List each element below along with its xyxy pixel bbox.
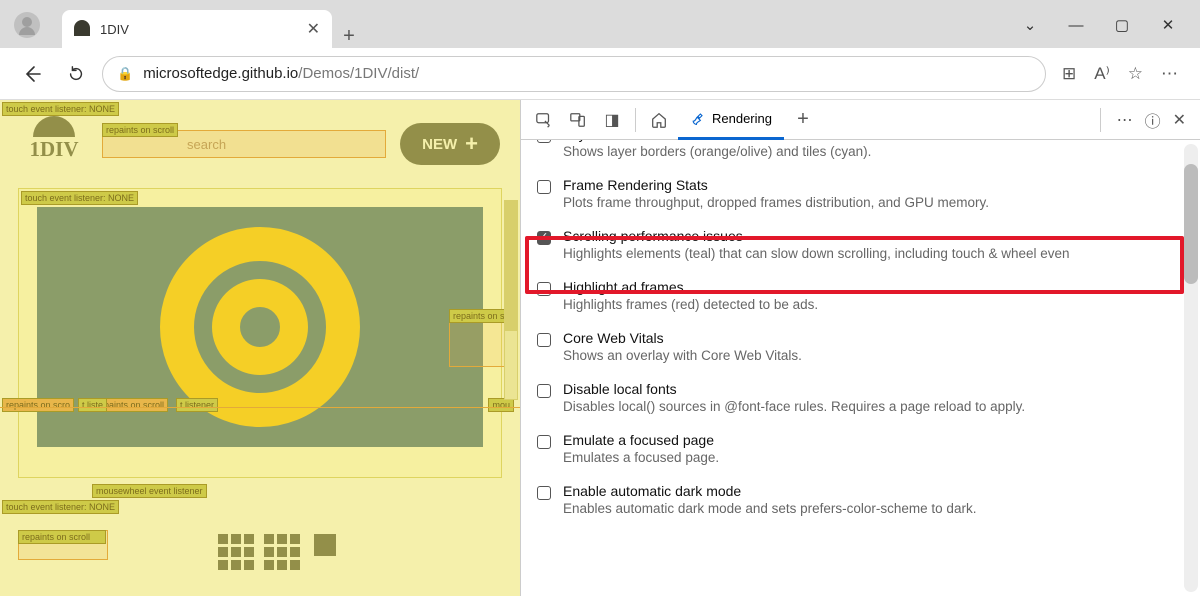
page-stage: touch event listener: NONE repaints on s…	[18, 188, 502, 478]
option-checkbox[interactable]	[537, 231, 551, 245]
option-title: Frame Rendering Stats	[563, 177, 1184, 193]
rendering-option: Enable automatic dark mode Enables autom…	[521, 475, 1200, 526]
rendering-option: Core Web Vitals Shows an overlay with Co…	[521, 322, 1200, 373]
option-title: Layer borders	[563, 140, 1184, 142]
page-search-input[interactable]: repaints on scroll search	[102, 130, 386, 158]
thumbnail-item[interactable]: repaints on scroll	[18, 530, 108, 560]
option-description: Highlights elements (teal) that can slow…	[563, 246, 1184, 261]
chevron-down-icon[interactable]: ⌄	[1020, 16, 1040, 34]
rendering-option: Emulate a focused page Emulates a focuse…	[521, 424, 1200, 475]
close-devtools-icon[interactable]: ✕	[1173, 110, 1186, 130]
maximize-icon[interactable]: ▢	[1112, 16, 1132, 34]
lock-icon: 🔒	[117, 66, 133, 82]
devtools-scrollbar[interactable]	[1184, 144, 1198, 592]
extensions-icon[interactable]: ⊞	[1062, 64, 1076, 84]
brush-icon	[690, 110, 706, 126]
option-title: Core Web Vitals	[563, 330, 1184, 346]
page-logo: 1DIV	[20, 114, 88, 174]
tab-rendering[interactable]: Rendering	[678, 100, 784, 140]
option-title: Emulate a focused page	[563, 432, 1184, 448]
square-icon[interactable]	[314, 534, 336, 556]
rendering-option: Disable local fonts Disables local() sou…	[521, 373, 1200, 424]
option-description: Shows layer borders (orange/olive) and t…	[563, 144, 1184, 159]
devtools-tabbar: ◨ Rendering + ⋯ ⓘ ✕	[521, 100, 1200, 140]
new-tab-button[interactable]: +	[332, 25, 366, 48]
page-viewport: touch event listener: NONE 1DIV repaints…	[0, 100, 520, 596]
option-description: Disables local() sources in @font-face r…	[563, 399, 1184, 414]
url-host: microsoftedge.github.io	[143, 65, 298, 82]
option-description: Plots frame throughput, dropped frames d…	[563, 195, 1184, 210]
minimize-icon[interactable]: —	[1066, 17, 1086, 34]
option-description: Emulates a focused page.	[563, 450, 1184, 465]
favicon-icon	[74, 20, 90, 36]
more-icon[interactable]: ⋯	[1161, 64, 1178, 84]
option-checkbox[interactable]	[537, 384, 551, 398]
profile-avatar[interactable]	[14, 12, 40, 38]
device-emulation-icon[interactable]	[563, 105, 593, 135]
dock-side-icon[interactable]: ◨	[597, 105, 627, 135]
new-tab-icon[interactable]: +	[788, 105, 818, 135]
rendering-options-list: Layer borders Shows layer borders (orang…	[521, 140, 1200, 596]
more-tools-icon[interactable]: ⋯	[1117, 110, 1133, 130]
option-title: Highlight ad frames	[563, 279, 1184, 295]
option-checkbox[interactable]	[537, 180, 551, 194]
favorite-icon[interactable]: ☆	[1128, 64, 1143, 84]
url-input[interactable]: 🔒 microsoftedge.github.io/Demos/1DIV/dis…	[102, 56, 1046, 92]
back-button[interactable]	[14, 56, 50, 92]
option-description: Shows an overlay with Core Web Vitals.	[563, 348, 1184, 363]
option-checkbox[interactable]	[537, 435, 551, 449]
option-description: Highlights frames (red) detected to be a…	[563, 297, 1184, 312]
option-checkbox[interactable]	[537, 333, 551, 347]
close-window-icon[interactable]: ✕	[1158, 16, 1178, 34]
rendering-option: Highlight ad frames Highlights frames (r…	[521, 271, 1200, 322]
option-checkbox[interactable]	[537, 282, 551, 296]
option-checkbox[interactable]	[537, 486, 551, 500]
grid-icon[interactable]	[218, 534, 254, 590]
option-checkbox[interactable]	[537, 140, 551, 143]
plus-icon: +	[465, 131, 478, 157]
rendering-option: Layer borders Shows layer borders (orang…	[521, 140, 1200, 169]
read-aloud-icon[interactable]: A⁾	[1094, 64, 1110, 84]
browser-tab[interactable]: 1DIV ✕	[62, 10, 332, 48]
url-path: /Demos/1DIV/dist/	[298, 65, 419, 82]
devtools-panel: ◨ Rendering + ⋯ ⓘ ✕ Layer borders Shows …	[520, 100, 1200, 596]
grid-icon[interactable]	[264, 534, 300, 590]
close-tab-icon[interactable]: ✕	[307, 19, 320, 39]
page-scrollbar[interactable]	[504, 200, 518, 400]
refresh-button[interactable]	[58, 56, 94, 92]
page-new-button[interactable]: NEW+	[400, 123, 500, 165]
rendering-option: Frame Rendering Stats Plots frame throug…	[521, 169, 1200, 220]
window-titlebar: 1DIV ✕ + ⌄ — ▢ ✕	[0, 0, 1200, 48]
option-title: Disable local fonts	[563, 381, 1184, 397]
address-bar: 🔒 microsoftedge.github.io/Demos/1DIV/dis…	[0, 48, 1200, 100]
option-description: Enables automatic dark mode and sets pre…	[563, 501, 1184, 516]
option-title: Enable automatic dark mode	[563, 483, 1184, 499]
option-title: Scrolling performance issues	[563, 228, 1184, 244]
welcome-tab-icon[interactable]	[644, 105, 674, 135]
tab-title: 1DIV	[100, 22, 297, 37]
rendering-option: Scrolling performance issues Highlights …	[521, 220, 1200, 271]
inspect-element-icon[interactable]	[529, 105, 559, 135]
thumbnail-row: repaints on scroll	[18, 530, 502, 590]
help-icon[interactable]: ⓘ	[1145, 108, 1161, 132]
